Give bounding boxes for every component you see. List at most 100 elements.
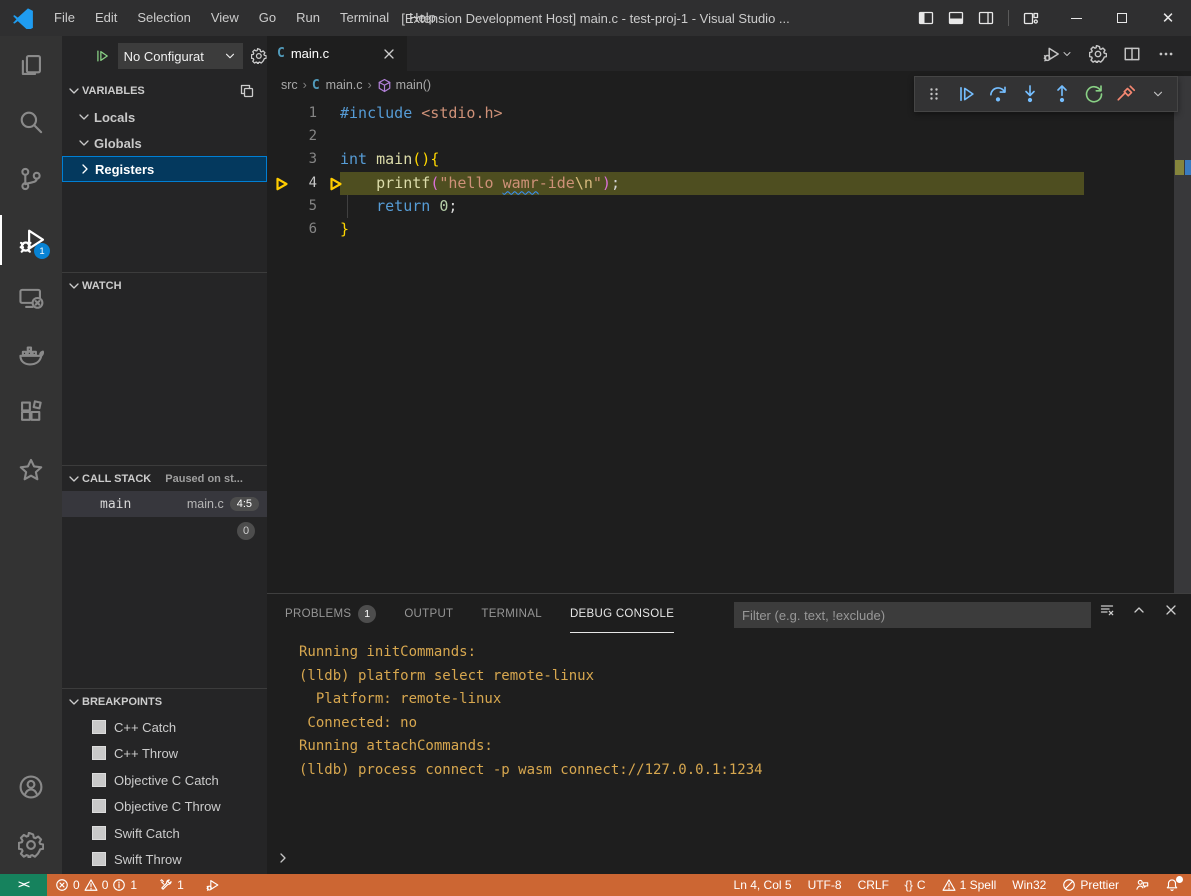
- clear-console-icon[interactable]: [1099, 602, 1115, 618]
- platform-indicator[interactable]: Win32: [1004, 874, 1054, 896]
- activity-explorer[interactable]: [0, 40, 62, 90]
- checkbox[interactable]: [92, 799, 106, 813]
- code-line-5[interactable]: 5 return 0;: [267, 195, 1174, 218]
- encoding-indicator[interactable]: UTF-8: [800, 874, 850, 896]
- editor-settings-gear-icon[interactable]: [1089, 45, 1107, 63]
- toggle-panel-icon[interactable]: [948, 10, 964, 26]
- line-number[interactable]: 6: [267, 218, 317, 241]
- menu-selection[interactable]: Selection: [127, 0, 200, 36]
- activity-account[interactable]: [0, 762, 62, 812]
- activity-settings[interactable]: [0, 820, 62, 870]
- menu-file[interactable]: File: [44, 0, 85, 36]
- tab-debug-console[interactable]: DEBUG CONSOLE: [570, 595, 674, 633]
- continue-button[interactable]: [953, 81, 979, 107]
- activity-remote-explorer[interactable]: [0, 273, 62, 323]
- code-line-3[interactable]: 3int main(){: [267, 148, 1174, 171]
- debug-config-select[interactable]: No Configurat: [118, 43, 244, 69]
- code-line-2[interactable]: 2: [267, 125, 1174, 148]
- breadcrumb-file[interactable]: main.c: [326, 78, 363, 92]
- line-number[interactable]: 2: [267, 125, 317, 148]
- restart-button[interactable]: [1081, 81, 1107, 107]
- code-line-4[interactable]: 4 printf("hello wamr-ide\n");: [267, 172, 1174, 195]
- tab-main-c[interactable]: C main.c: [267, 36, 407, 71]
- line-number[interactable]: 1: [267, 102, 317, 125]
- language-mode[interactable]: {ּ} C: [897, 874, 934, 896]
- line-number[interactable]: 3: [267, 148, 317, 171]
- checkbox[interactable]: [92, 826, 106, 840]
- tab-terminal[interactable]: TERMINAL: [481, 595, 542, 633]
- tools-status[interactable]: 1: [151, 874, 192, 896]
- console-input-chevron-icon[interactable]: [275, 850, 291, 866]
- breadcrumb-symbol[interactable]: main(): [396, 78, 431, 92]
- toggle-sidebar-right-icon[interactable]: [978, 10, 994, 26]
- activity-search[interactable]: [0, 97, 62, 147]
- menu-terminal[interactable]: Terminal: [330, 0, 399, 36]
- minimize-button[interactable]: [1053, 0, 1099, 36]
- activity-run-debug[interactable]: 1: [0, 215, 62, 265]
- maximize-panel-icon[interactable]: [1131, 602, 1147, 618]
- cursor-position[interactable]: Ln 4, Col 5: [726, 874, 800, 896]
- start-debug-icon[interactable]: [94, 48, 110, 64]
- breakpoint-swift-throw[interactable]: Swift Throw: [62, 846, 267, 872]
- eol-indicator[interactable]: CRLF: [850, 874, 897, 896]
- breadcrumb-folder[interactable]: src: [281, 78, 298, 92]
- toolbar-gripper[interactable]: [921, 81, 947, 107]
- menu-run[interactable]: Run: [286, 0, 330, 36]
- formatter-status[interactable]: Prettier: [1054, 874, 1127, 896]
- variables-section-header[interactable]: VARIABLES: [62, 78, 267, 104]
- close-panel-icon[interactable]: [1163, 602, 1179, 618]
- debug-console-output[interactable]: Running initCommands:(lldb) platform sel…: [299, 641, 1181, 782]
- debug-status[interactable]: [198, 874, 228, 896]
- more-debug-actions-icon[interactable]: [1145, 81, 1171, 107]
- code-area[interactable]: 1#include <stdio.h>23int main(){4 printf…: [267, 102, 1174, 593]
- feedback-button[interactable]: [1127, 874, 1157, 896]
- debug-settings-gear-icon[interactable]: [251, 48, 267, 64]
- activity-source-control[interactable]: [0, 154, 62, 204]
- activity-favorites[interactable]: [0, 445, 62, 495]
- split-editor-icon[interactable]: [1123, 45, 1141, 63]
- step-into-button[interactable]: [1017, 81, 1043, 107]
- toggle-sidebar-left-icon[interactable]: [918, 10, 934, 26]
- customize-layout-icon[interactable]: [1023, 10, 1039, 26]
- checkbox[interactable]: [92, 852, 106, 866]
- copy-icon[interactable]: [239, 83, 255, 99]
- spell-checker-status[interactable]: 1 Spell: [934, 874, 1005, 896]
- menu-edit[interactable]: Edit: [85, 0, 127, 36]
- variables-group-registers[interactable]: Registers: [62, 156, 267, 182]
- run-or-debug-button[interactable]: [1043, 45, 1073, 63]
- overview-ruler[interactable]: [1174, 76, 1191, 593]
- breakpoints-section-header[interactable]: BREAKPOINTS: [62, 688, 267, 714]
- tab-output[interactable]: OUTPUT: [404, 595, 453, 633]
- menu-go[interactable]: Go: [249, 0, 286, 36]
- tab-problems[interactable]: PROBLEMS 1: [285, 595, 376, 633]
- remote-indicator[interactable]: ><: [0, 874, 47, 896]
- activity-extensions[interactable]: [0, 387, 62, 437]
- breakpoint-cpp-catch[interactable]: C++ Catch: [62, 714, 267, 740]
- disconnect-button[interactable]: [1113, 81, 1139, 107]
- breakpoint-swift-catch[interactable]: Swift Catch: [62, 820, 267, 846]
- breakpoint-cpp-throw[interactable]: C++ Throw: [62, 740, 267, 766]
- line-number[interactable]: 4: [267, 172, 317, 195]
- breakpoint-objc-throw[interactable]: Objective C Throw: [62, 793, 267, 819]
- checkbox[interactable]: [92, 773, 106, 787]
- callstack-section-header[interactable]: CALL STACK Paused on st...: [62, 465, 267, 491]
- problems-status[interactable]: 0 0 1: [47, 874, 145, 896]
- variables-group-locals[interactable]: Locals: [62, 104, 267, 130]
- close-tab-icon[interactable]: [381, 46, 397, 62]
- breakpoint-objc-catch[interactable]: Objective C Catch: [62, 767, 267, 793]
- debug-toolbar[interactable]: [914, 76, 1178, 112]
- stack-frame-row[interactable]: main main.c 4:5: [62, 491, 267, 517]
- step-over-button[interactable]: [985, 81, 1011, 107]
- checkbox[interactable]: [92, 746, 106, 760]
- menu-view[interactable]: View: [201, 0, 249, 36]
- code-line-6[interactable]: 6}: [267, 218, 1174, 241]
- console-filter-input[interactable]: [734, 602, 1091, 628]
- activity-docker[interactable]: [0, 330, 62, 380]
- maximize-button[interactable]: [1099, 0, 1145, 36]
- watch-section-header[interactable]: WATCH: [62, 272, 267, 298]
- step-out-button[interactable]: [1049, 81, 1075, 107]
- variables-group-globals[interactable]: Globals: [62, 130, 267, 156]
- more-actions-icon[interactable]: [1157, 45, 1175, 63]
- checkbox[interactable]: [92, 720, 106, 734]
- line-number[interactable]: 5: [267, 195, 317, 218]
